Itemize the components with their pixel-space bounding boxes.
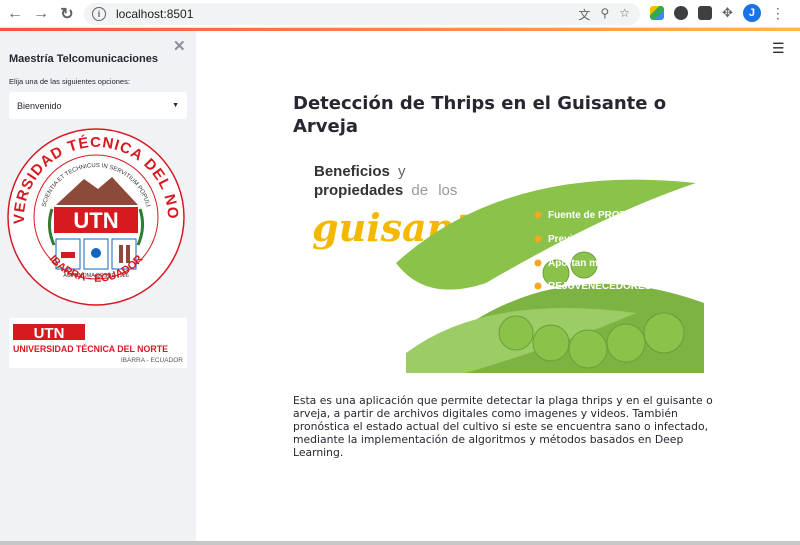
pea-shape — [606, 323, 646, 363]
hero-bullet-4: REJUVENECEDORES — [548, 281, 652, 292]
extension-grammar-icon[interactable] — [674, 6, 688, 20]
zoom-icon[interactable]: ⚲ — [600, 6, 609, 23]
extension-screen-icon[interactable] — [698, 6, 712, 20]
chevron-down-icon: ▼ — [172, 102, 179, 109]
profile-avatar[interactable]: J — [742, 4, 761, 22]
address-bar[interactable]: i localhost:8501 文 ⚲ ☆ — [84, 3, 640, 25]
page-title: Detección de Thrips en el Guisante o Arv… — [293, 93, 667, 137]
utn-banner-logo: UTN UNIVERSIDAD TÉCNICA DEL NORTE IBARRA… — [9, 318, 187, 368]
pea-shape — [568, 329, 608, 369]
hero-bullet-1: Fuente de PROTEÍNAS — [548, 208, 657, 221]
reload-icon[interactable]: ↻ — [56, 3, 78, 25]
svg-text:propiedades de los: propiedades de los — [314, 182, 457, 199]
pea-shape — [643, 312, 685, 354]
extensions-puzzle-icon[interactable]: ✥ — [722, 5, 733, 21]
bottom-scrollbar[interactable] — [0, 541, 800, 545]
utn-seal-logo: UNIVERSIDAD TÉCNICA DEL NORTE SCIENTIA E… — [6, 127, 185, 306]
extension-drive-icon[interactable] — [650, 6, 664, 20]
banner-acronym: UTN — [34, 325, 65, 342]
pea-shape — [498, 315, 534, 351]
options-select[interactable]: Bienvenido ▼ — [9, 92, 187, 119]
browser-toolbar: ← → ↻ i localhost:8501 文 ⚲ ☆ ✥ J ⋮ — [0, 0, 800, 28]
seal-acronym: UTN — [73, 208, 118, 233]
url-text[interactable]: localhost:8501 — [116, 7, 193, 21]
banner-city: IBARRA - ECUADOR — [121, 357, 183, 364]
close-sidebar-icon[interactable]: ✕ — [173, 37, 186, 55]
hero-heading-2: y — [398, 163, 406, 180]
translate-icon[interactable]: 文 — [578, 6, 590, 23]
bookmark-star-icon[interactable]: ☆ — [619, 6, 630, 23]
select-label: Elija una de las siguientes opciones: — [9, 77, 130, 86]
banner-university-name: UNIVERSIDAD TÉCNICA DEL NORTE — [13, 344, 168, 354]
back-arrow-icon[interactable]: ← — [4, 3, 26, 25]
hero-heading-1: Beneficios — [314, 163, 390, 180]
hamburger-menu-icon[interactable]: ☰ — [772, 40, 785, 57]
hero-heading-3: propiedades — [314, 182, 403, 199]
hero-bullet-3: Aportan muchísima FIBRA — [548, 258, 675, 269]
select-value: Bienvenido — [17, 100, 62, 111]
hero-image: Beneficios y propiedades de los guisante… — [306, 143, 704, 373]
svg-text:Beneficios y: Beneficios y — [314, 163, 406, 180]
app-description: Esta es una aplicación que permite detec… — [293, 394, 713, 459]
pea-shape — [532, 324, 570, 362]
info-icon[interactable]: i — [92, 7, 106, 21]
hero-heading-4: de — [411, 182, 428, 199]
forward-arrow-icon[interactable]: → — [30, 3, 52, 25]
sidebar-title: Maestría Telcomunicaciones — [9, 53, 158, 65]
browser-menu-icon[interactable]: ⋮ — [771, 5, 785, 22]
hero-heading-5: los — [438, 182, 457, 199]
hero-bullet-2: Previene anemia — [548, 234, 627, 245]
